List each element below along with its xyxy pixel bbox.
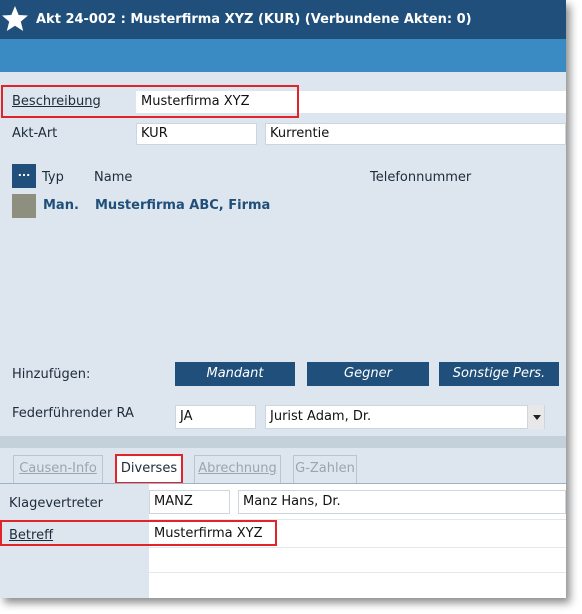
parties-more-button[interactable]: ... [12, 164, 36, 188]
add-label: Hinzufügen: [12, 367, 91, 382]
federfuehrend-code-input[interactable]: JA [175, 405, 256, 429]
chevron-down-icon[interactable] [527, 405, 544, 429]
window: Akt 24-002 : Musterfirma XYZ (KUR) (Verb… [0, 0, 566, 598]
star-icon[interactable] [0, 4, 30, 34]
highlight-beschreibung [1, 85, 299, 118]
window-title: Akt 24-002 : Musterfirma XYZ (KUR) (Verb… [36, 12, 472, 27]
party-row-name[interactable]: Musterfirma ABC, Firma [95, 198, 270, 213]
title-bar: Akt 24-002 : Musterfirma XYZ (KUR) (Verb… [0, 0, 566, 39]
klagevertreter-label: Klagevertreter [9, 496, 103, 511]
tab-g-zahlen-label: G-Zahlen [295, 461, 355, 476]
klagevertreter-name-input[interactable]: Manz Hans, Dr. [238, 490, 566, 514]
add-mandant-button[interactable]: Mandant [175, 362, 295, 386]
tab-abrechnung[interactable]: Abrechnung [194, 455, 281, 483]
aktart-code-input[interactable]: KUR [136, 123, 257, 145]
grid-line [149, 572, 566, 573]
section-divider [0, 436, 566, 448]
column-header-name[interactable]: Name [94, 170, 132, 185]
federfuehrend-select[interactable]: Jurist Adam, Dr. [265, 405, 545, 429]
tab-g-zahlen[interactable]: G-Zahlen [293, 455, 357, 483]
party-row-typ[interactable]: Man. [43, 198, 79, 213]
highlight-betreff [0, 520, 277, 546]
party-color-swatch [12, 194, 36, 218]
tab-abrechnung-label: Abrechnung [198, 461, 277, 476]
column-header-telefon[interactable]: Telefonnummer [370, 170, 471, 185]
klagevertreter-code-input[interactable]: MANZ [149, 490, 230, 514]
column-header-typ[interactable]: Typ [42, 170, 64, 185]
highlight-diverses-tab [115, 454, 183, 484]
add-sonstige-button[interactable]: Sonstige Pers. [439, 362, 559, 386]
toolbar-strip [0, 39, 566, 72]
aktart-name-input[interactable]: Kurrentie [265, 123, 566, 145]
tab-causen-info[interactable]: Causen-Info [13, 455, 103, 483]
federfuehrend-label: Federführender RA [12, 406, 134, 421]
tab-causen-info-label: Causen-Info [19, 461, 97, 476]
aktart-label: Akt-Art [12, 126, 58, 141]
grid-line [149, 547, 566, 548]
add-gegner-button[interactable]: Gegner [307, 362, 429, 386]
